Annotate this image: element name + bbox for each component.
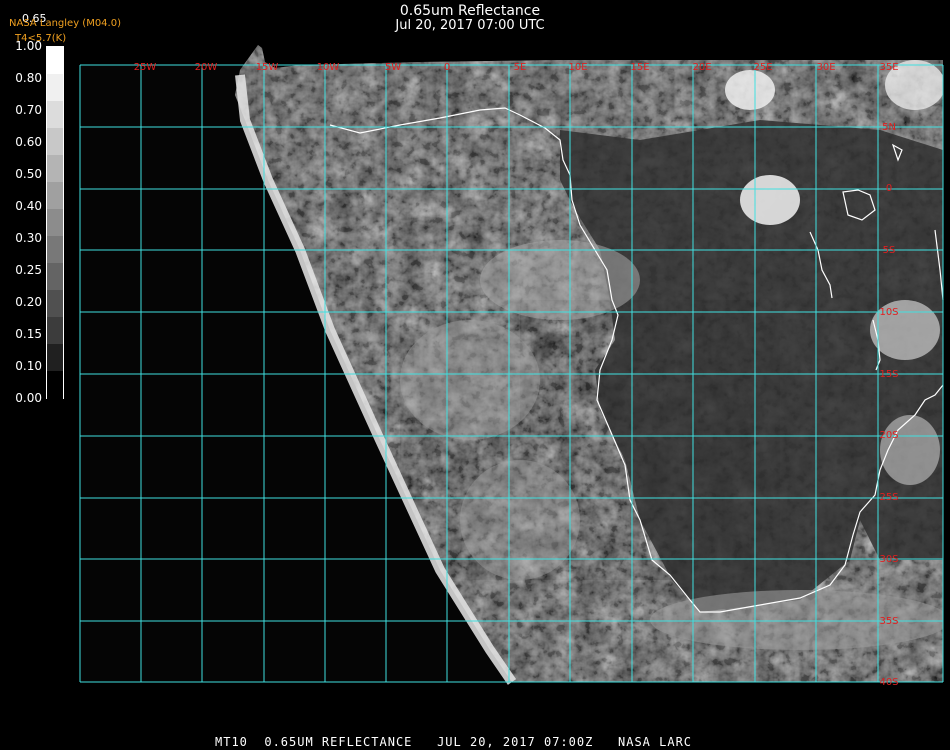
colorbar-segment [47, 317, 63, 345]
latitude-label: 20S [879, 430, 898, 441]
colorbar-label: 0.25 [15, 263, 42, 277]
map-title: 0.65um Reflectance [399, 3, 541, 19]
longitude-label: 0 [444, 62, 450, 73]
longitude-label: 15W [256, 62, 279, 73]
longitude-label: 5W [385, 62, 401, 73]
latitude-label: 35S [879, 616, 898, 627]
footer-caption: MT10 0.65UM REFLECTANCE JUL 20, 2017 07:… [215, 735, 693, 749]
longitude-label: 35E [879, 62, 898, 73]
colorbar-label: 0.10 [15, 359, 42, 373]
colorbar-segment [47, 155, 63, 183]
colorbar-label: 0.15 [15, 327, 42, 341]
longitude-label: 10E [568, 62, 587, 73]
colorbar-segment [47, 236, 63, 264]
longitude-label: 30E [816, 62, 835, 73]
latitude-label: 15S [879, 369, 898, 380]
latitude-label: 40S [879, 677, 898, 688]
colorbar-label: 1.00 [15, 39, 42, 53]
reflectance-colorbar [46, 46, 64, 399]
latitude-label: 5N [882, 122, 896, 133]
longitude-label: 20W [195, 62, 218, 73]
colorbar-label: 0.00 [15, 391, 42, 405]
colorbar-label: 0.70 [15, 103, 42, 117]
colorbar-segment [47, 263, 63, 291]
colorbar-segment [47, 47, 63, 75]
colorbar-label: 0.60 [15, 135, 42, 149]
latitude-label: 30S [879, 554, 898, 565]
longitude-label: 5E [514, 62, 527, 73]
longitude-label: 10W [317, 62, 340, 73]
satellite-map: 25W 20W 15W 10W 5W 0 5E 10E 15E 20E 25E 30E 35E 5N 0 5S… [79, 45, 944, 688]
latitude-label: 0 [886, 183, 892, 194]
longitude-label: 15E [630, 62, 649, 73]
colorbar-label: 0.20 [15, 295, 42, 309]
longitude-label: 20E [692, 62, 711, 73]
colorbar-label: 0.50 [15, 167, 42, 181]
colorbar-segment [47, 344, 63, 372]
colorbar-segment [47, 74, 63, 102]
colorbar-label: 0.40 [15, 199, 42, 213]
colorbar-label: 0.30 [15, 231, 42, 245]
longitude-label: 25E [753, 62, 772, 73]
colorbar-segment [47, 101, 63, 129]
latitude-label: 5S [883, 245, 896, 256]
longitude-label: 25W [134, 62, 157, 73]
colorbar-segment [47, 371, 63, 399]
colorbar-segment [47, 182, 63, 210]
latitude-label: 10S [879, 307, 898, 318]
colorbar-segment [47, 128, 63, 156]
colorbar-segment [47, 290, 63, 318]
map-timestamp: Jul 20, 2017 07:00 UTC [395, 18, 545, 33]
colorbar-segment [47, 209, 63, 237]
source-label: NASA Langley (M04.0) [9, 18, 121, 29]
colorbar-label: 0.80 [15, 71, 42, 85]
latitude-label: 25S [879, 492, 898, 503]
